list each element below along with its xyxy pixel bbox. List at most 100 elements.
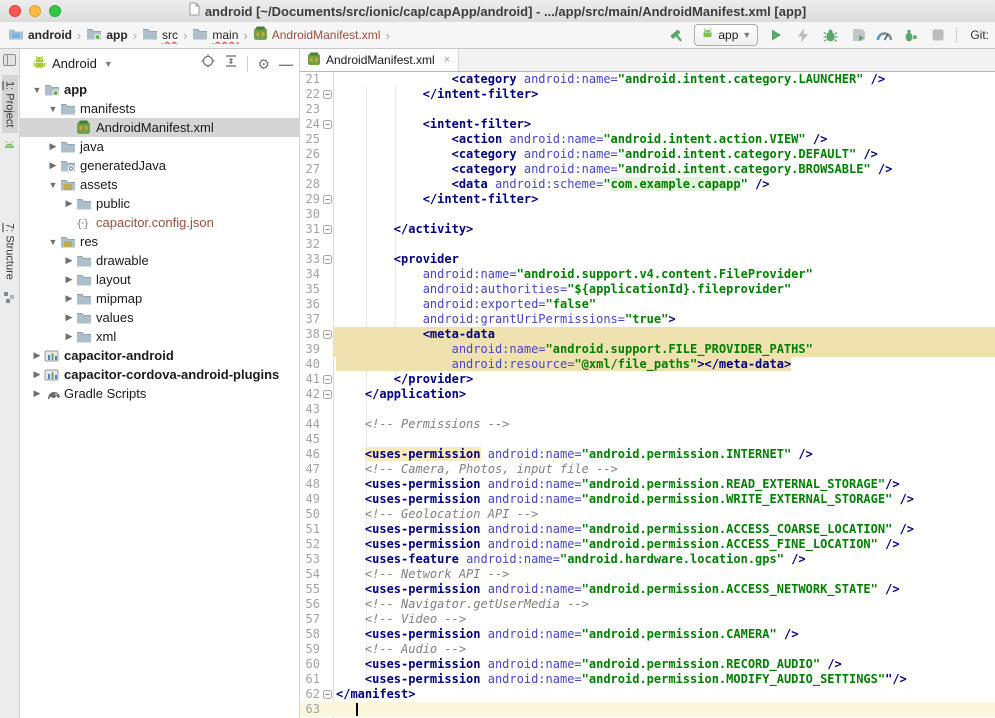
tree-item-layout[interactable]: ▶layout [20, 270, 299, 289]
code-line-37[interactable]: 37 android:grantUriPermissions="true"> [300, 312, 995, 327]
run-configuration-dropdown[interactable]: app ▼ [694, 24, 758, 46]
code-line-52[interactable]: 52 <uses-permission android:name="androi… [300, 537, 995, 552]
fold-marker-icon[interactable] [321, 192, 333, 207]
tree-item-res[interactable]: ▼res [20, 232, 299, 251]
code-line-38[interactable]: 38 <meta-data [300, 327, 995, 342]
code-line-51[interactable]: 51 <uses-permission android:name="androi… [300, 522, 995, 537]
code-line-60[interactable]: 60 <uses-permission android:name="androi… [300, 657, 995, 672]
code-line-23[interactable]: 23 [300, 102, 995, 117]
collapsed-arrow-icon[interactable]: ▶ [46, 141, 60, 152]
code-line-33[interactable]: 33 <provider [300, 252, 995, 267]
attach-debugger-icon[interactable] [902, 26, 920, 44]
close-tab-icon[interactable]: × [444, 54, 450, 66]
window-layout-icon[interactable] [3, 53, 16, 71]
fold-marker-icon[interactable] [321, 117, 333, 132]
locate-file-icon[interactable] [201, 54, 215, 73]
tree-item-drawable[interactable]: ▶drawable [20, 251, 299, 270]
debug-button[interactable] [821, 26, 839, 44]
breadcrumb-item-app[interactable]: app [86, 27, 127, 43]
tree-item-capacitor-config-json[interactable]: {}capacitor.config.json [20, 213, 299, 232]
code-line-28[interactable]: 28 <data android:scheme="com.example.cap… [300, 177, 995, 192]
collapsed-arrow-icon[interactable]: ▶ [30, 388, 44, 399]
fold-marker-icon[interactable] [321, 222, 333, 237]
breadcrumb-item-src[interactable]: src [142, 27, 178, 43]
collapsed-arrow-icon[interactable]: ▶ [46, 160, 60, 171]
expanded-arrow-icon[interactable]: ▼ [46, 237, 60, 247]
tree-item-java[interactable]: ▶java [20, 137, 299, 156]
close-window-button[interactable] [9, 5, 21, 17]
code-editor[interactable]: 21 <category android:name="android.inten… [300, 72, 995, 718]
code-line-24[interactable]: 24 <intent-filter> [300, 117, 995, 132]
tree-item-app[interactable]: ▼app [20, 80, 299, 99]
tool-window-tab-structure[interactable]: 7: Structure [2, 217, 18, 286]
code-line-43[interactable]: 43 [300, 402, 995, 417]
hide-panel-icon[interactable]: — [279, 57, 293, 71]
code-line-58[interactable]: 58 <uses-permission android:name="androi… [300, 627, 995, 642]
fold-marker-icon[interactable] [321, 252, 333, 267]
code-line-32[interactable]: 32 [300, 237, 995, 252]
code-line-42[interactable]: 42 </application> [300, 387, 995, 402]
code-line-21[interactable]: 21 <category android:name="android.inten… [300, 72, 995, 87]
tree-item-values[interactable]: ▶values [20, 308, 299, 327]
tree-item-capacitor-cordova-android-plugins[interactable]: ▶capacitor-cordova-android-plugins [20, 365, 299, 384]
stop-button[interactable] [929, 26, 947, 44]
tree-item-androidmanifest-xml[interactable]: AndroidManifest.xml [20, 118, 299, 137]
build-hammer-icon[interactable] [667, 26, 685, 44]
tree-item-mipmap[interactable]: ▶mipmap [20, 289, 299, 308]
tree-item-assets[interactable]: ▼assets [20, 175, 299, 194]
gear-icon[interactable]: ⚙ [257, 57, 270, 71]
code-line-53[interactable]: 53 <uses-feature android:name="android.h… [300, 552, 995, 567]
collapsed-arrow-icon[interactable]: ▶ [30, 350, 44, 361]
code-line-26[interactable]: 26 <category android:name="android.inten… [300, 147, 995, 162]
tree-item-capacitor-android[interactable]: ▶capacitor-android [20, 346, 299, 365]
code-line-47[interactable]: 47 <!-- Camera, Photos, input file --> [300, 462, 995, 477]
code-line-59[interactable]: 59 <!-- Audio --> [300, 642, 995, 657]
collapsed-arrow-icon[interactable]: ▶ [62, 293, 76, 304]
code-line-44[interactable]: 44 <!-- Permissions --> [300, 417, 995, 432]
apply-changes-icon[interactable] [794, 26, 812, 44]
fold-marker-icon[interactable] [321, 372, 333, 387]
zoom-window-button[interactable] [49, 5, 61, 17]
expanded-arrow-icon[interactable]: ▼ [46, 104, 60, 114]
collapsed-arrow-icon[interactable]: ▶ [30, 369, 44, 380]
code-line-22[interactable]: 22 </intent-filter> [300, 87, 995, 102]
tree-item-xml[interactable]: ▶xml [20, 327, 299, 346]
code-line-63[interactable]: 63 [300, 702, 995, 717]
collapsed-arrow-icon[interactable]: ▶ [62, 198, 76, 209]
breadcrumb-item-android[interactable]: android [8, 27, 72, 43]
fold-marker-icon[interactable] [321, 687, 333, 702]
code-line-46[interactable]: 46 <uses-permission android:name="androi… [300, 447, 995, 462]
editor-tab-androidmanifest[interactable]: AndroidManifest.xml × [300, 49, 459, 71]
tree-item-manifests[interactable]: ▼manifests [20, 99, 299, 118]
code-line-34[interactable]: 34 android:name="android.support.v4.cont… [300, 267, 995, 282]
code-line-40[interactable]: 40 android:resource="@xml/file_paths"></… [300, 357, 995, 372]
code-line-45[interactable]: 45 [300, 432, 995, 447]
tree-item-gradle-scripts[interactable]: ▶Gradle Scripts [20, 384, 299, 403]
code-line-35[interactable]: 35 android:authorities="${applicationId}… [300, 282, 995, 297]
code-line-55[interactable]: 55 <uses-permission android:name="androi… [300, 582, 995, 597]
code-line-48[interactable]: 48 <uses-permission android:name="androi… [300, 477, 995, 492]
code-line-36[interactable]: 36 android:exported="false" [300, 297, 995, 312]
tree-item-generatedjava[interactable]: ▶generatedJava [20, 156, 299, 175]
fold-marker-icon[interactable] [321, 387, 333, 402]
code-line-57[interactable]: 57 <!-- Video --> [300, 612, 995, 627]
code-line-29[interactable]: 29 </intent-filter> [300, 192, 995, 207]
code-line-62[interactable]: 62</manifest> [300, 687, 995, 702]
code-line-50[interactable]: 50 <!-- Geolocation API --> [300, 507, 995, 522]
expanded-arrow-icon[interactable]: ▼ [30, 85, 44, 95]
code-line-54[interactable]: 54 <!-- Network API --> [300, 567, 995, 582]
android-head-icon[interactable] [3, 137, 16, 155]
expanded-arrow-icon[interactable]: ▼ [46, 180, 60, 190]
project-view-dropdown[interactable]: Android ▼ [32, 55, 113, 73]
code-line-41[interactable]: 41 </provider> [300, 372, 995, 387]
run-with-coverage-icon[interactable] [848, 26, 866, 44]
fold-marker-icon[interactable] [321, 327, 333, 342]
fold-marker-icon[interactable] [321, 87, 333, 102]
code-line-27[interactable]: 27 <category android:name="android.inten… [300, 162, 995, 177]
minimize-window-button[interactable] [29, 5, 41, 17]
tool-window-tab-project[interactable]: 1: Project [2, 75, 18, 133]
breadcrumb-item-main[interactable]: main [192, 27, 238, 43]
collapsed-arrow-icon[interactable]: ▶ [62, 274, 76, 285]
code-line-31[interactable]: 31 </activity> [300, 222, 995, 237]
collapse-all-icon[interactable] [224, 54, 238, 73]
